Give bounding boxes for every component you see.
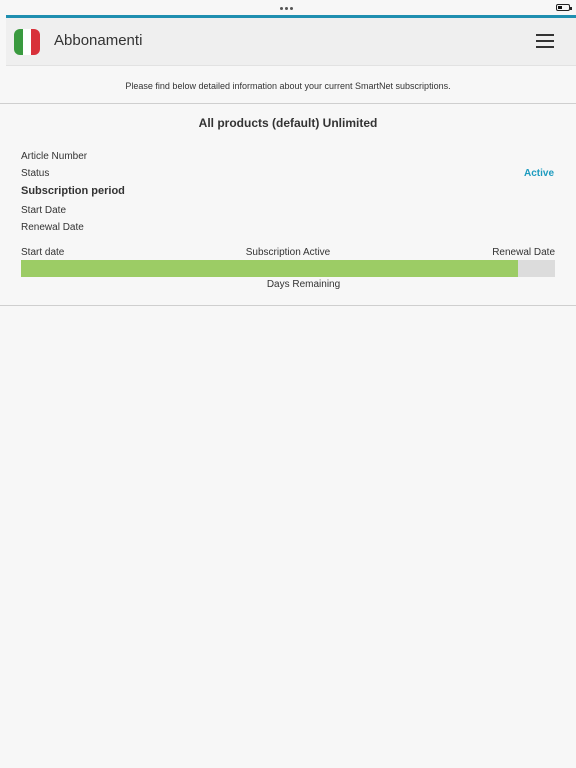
subscription-period-heading: Subscription period bbox=[21, 185, 125, 197]
progress-end-label: Renewal Date bbox=[492, 247, 555, 258]
hamburger-menu-icon[interactable] bbox=[536, 34, 554, 48]
progress-center-label: Subscription Active bbox=[245, 247, 331, 258]
app-header: Abbonamenti bbox=[6, 18, 576, 66]
page-title: Abbonamenti bbox=[54, 32, 143, 49]
flag-stripe-red bbox=[31, 29, 40, 55]
intro-text: Please find below detailed information a… bbox=[125, 81, 451, 91]
system-status-bar bbox=[0, 0, 576, 16]
start-date-label: Start Date bbox=[21, 205, 67, 216]
status-badge: Active bbox=[523, 168, 554, 179]
product-title: All products (default) Unlimited bbox=[198, 116, 378, 130]
battery-icon bbox=[556, 4, 572, 11]
section-divider-top bbox=[0, 103, 576, 104]
subscription-progress-bar bbox=[21, 260, 555, 277]
flag-stripe-green bbox=[14, 29, 23, 55]
status-label: Status bbox=[21, 168, 50, 179]
days-remaining-label: Days Remaining bbox=[266, 279, 341, 290]
section-divider-bottom bbox=[0, 305, 576, 306]
multitasking-dots-icon[interactable] bbox=[280, 7, 293, 10]
italy-flag-icon bbox=[14, 29, 40, 55]
article-number-label: Article Number bbox=[21, 151, 88, 162]
subscription-progress-fill bbox=[21, 260, 518, 277]
flag-stripe-white bbox=[22, 29, 32, 55]
renewal-date-label: Renewal Date bbox=[21, 222, 84, 233]
progress-labels: Start date Subscription Active Renewal D… bbox=[21, 247, 555, 261]
